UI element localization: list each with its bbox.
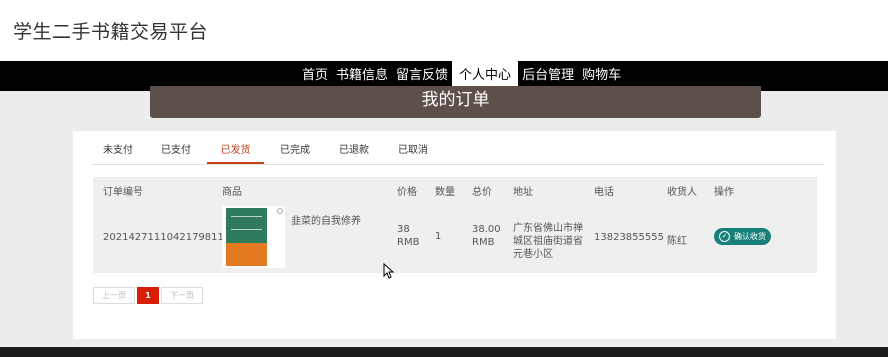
product-name[interactable]: 韭菜的自我修养 bbox=[291, 212, 361, 227]
site-header: 学生二手书籍交易平台 bbox=[0, 0, 888, 61]
col-header-quantity: 数量 bbox=[435, 187, 455, 198]
tab-cancelled[interactable]: 已取消 bbox=[398, 141, 428, 164]
prev-page-button[interactable]: 上一页 bbox=[93, 287, 135, 304]
product-image[interactable] bbox=[222, 206, 285, 268]
col-header-order-no: 订单编号 bbox=[103, 187, 143, 198]
col-header-address: 地址 bbox=[513, 187, 533, 198]
col-header-price: 价格 bbox=[397, 187, 417, 198]
pagination: 上一页 1 下一页 bbox=[93, 287, 205, 304]
phone-value: 13823855555 bbox=[594, 232, 664, 243]
col-header-product: 商品 bbox=[222, 187, 242, 198]
site-title: 学生二手书籍交易平台 bbox=[13, 21, 209, 43]
tab-shipped[interactable]: 已发货 bbox=[207, 141, 264, 164]
quantity-value: 1 bbox=[435, 231, 442, 242]
page-1-button[interactable]: 1 bbox=[137, 287, 159, 304]
orders-table: 订单编号 商品 价格 数量 总价 地址 电话 收货人 操作 2021427111… bbox=[93, 177, 817, 273]
tab-completed[interactable]: 已完成 bbox=[280, 141, 310, 164]
confirm-receipt-button[interactable]: ✓ 确认收货 bbox=[714, 228, 771, 245]
orders-panel: 未支付 已支付 已发货 已完成 已退款 已取消 订单编号 商品 价格 数量 总价… bbox=[73, 131, 836, 339]
book-cover-stripe bbox=[226, 243, 267, 266]
col-header-action: 操作 bbox=[714, 187, 734, 198]
book-cover-title-block bbox=[231, 216, 262, 230]
page-title: 我的订单 bbox=[421, 90, 490, 110]
image-badge-icon bbox=[277, 208, 283, 214]
receiver-value: 陈红 bbox=[667, 236, 687, 247]
col-header-receiver: 收货人 bbox=[667, 187, 697, 198]
tab-unpaid[interactable]: 未支付 bbox=[103, 141, 133, 164]
page-footer bbox=[0, 347, 888, 357]
order-number: 20214271110421798114​1 bbox=[103, 232, 237, 243]
next-page-button[interactable]: 下一页 bbox=[161, 287, 203, 304]
mouse-cursor-icon bbox=[383, 263, 395, 279]
tab-paid[interactable]: 已支付 bbox=[161, 141, 191, 164]
address-line-3: 元巷小区 bbox=[513, 249, 553, 260]
book-cover bbox=[226, 208, 267, 266]
check-circle-icon: ✓ bbox=[719, 231, 730, 242]
total-unit: RMB bbox=[472, 237, 495, 248]
price-unit: RMB bbox=[397, 237, 420, 248]
total-value: 38.00 bbox=[472, 224, 501, 235]
confirm-receipt-label: 确认收货 bbox=[734, 232, 766, 241]
page-banner: 我的订单 bbox=[150, 86, 761, 118]
col-header-total: 总价 bbox=[472, 187, 492, 198]
col-header-phone: 电话 bbox=[594, 187, 614, 198]
tab-refunded[interactable]: 已退款 bbox=[339, 141, 369, 164]
price-value: 38 bbox=[397, 224, 410, 235]
order-status-tabs: 未支付 已支付 已发货 已完成 已退款 已取消 bbox=[91, 141, 824, 165]
